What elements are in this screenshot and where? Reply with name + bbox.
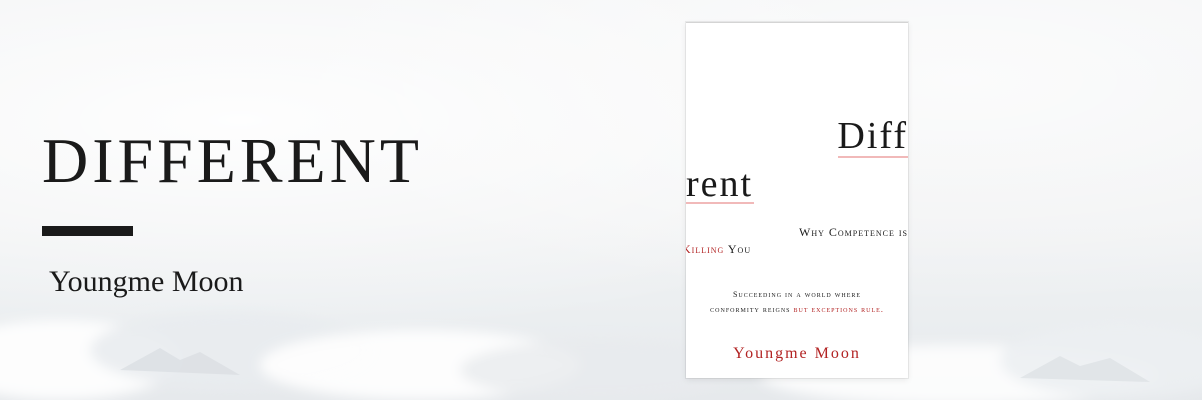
cover-subtitle-line2: Killing You	[686, 242, 751, 257]
cover-edge-line	[686, 22, 908, 23]
cover-tagline-red: but exceptions rule.	[793, 305, 884, 314]
cover-subtitle-rest: You	[724, 242, 752, 256]
cover-title-bottom: rent	[686, 163, 754, 205]
cover-subtitle-line1: Why Competence is	[799, 225, 908, 239]
cover-subtitle-red: Killing	[686, 242, 725, 256]
cover-tagline-black: conformity reigns	[710, 305, 794, 314]
author-name: Youngme Moon	[49, 265, 244, 298]
cover-tagline-line2: conformity reigns but exceptions rule.	[686, 305, 908, 314]
cloud-landscape	[0, 312, 1202, 400]
title-divider	[42, 226, 133, 236]
cover-author: Youngme Moon	[733, 345, 861, 362]
cover-underline-top	[838, 156, 908, 158]
page-title: DIFFERENT	[42, 125, 423, 196]
cover-tagline-line1: Succeeding in a world where	[732, 290, 862, 299]
cover-underline-bottom	[686, 202, 754, 204]
cover-title-top: Diff	[837, 115, 908, 157]
book-cover: Diff rent Why Competence is Killing You …	[686, 22, 908, 378]
